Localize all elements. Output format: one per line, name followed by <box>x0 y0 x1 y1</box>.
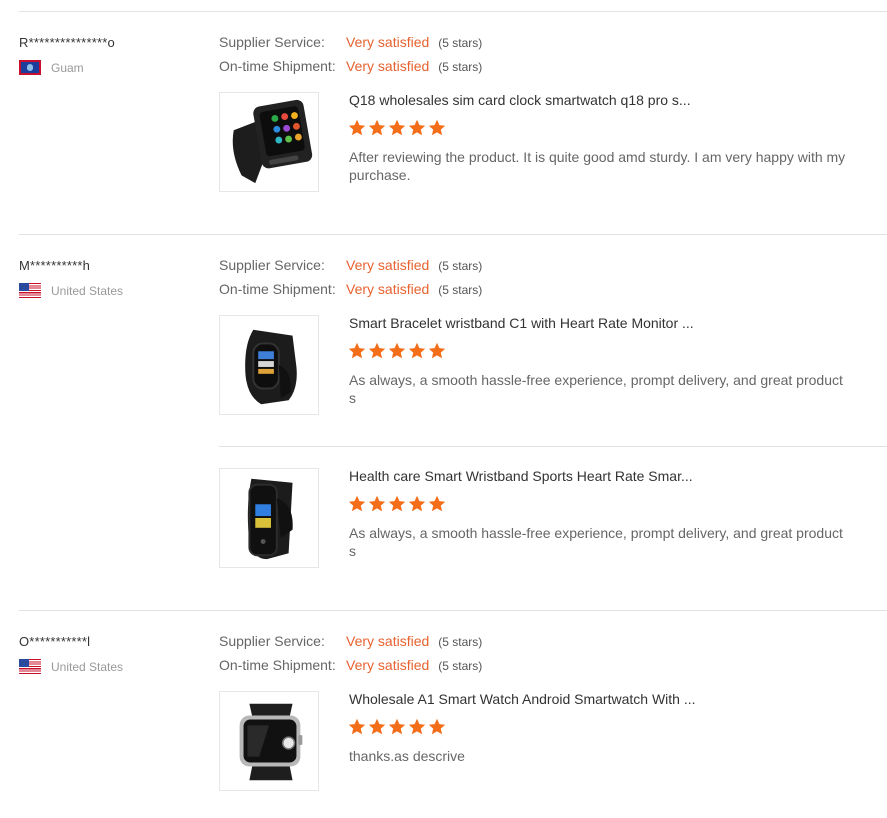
us-flag-icon <box>19 659 41 674</box>
product-thumbnail[interactable] <box>219 92 319 192</box>
us-flag-icon <box>19 283 41 298</box>
supplier-service-value: Very satisfied <box>346 34 430 50</box>
buyer-name: O***********l <box>19 634 91 649</box>
guam-flag-icon <box>19 60 41 75</box>
ontime-shipment-row: On-time Shipment: Very satisfied (5 star… <box>219 281 482 297</box>
ontime-shipment-value: Very satisfied <box>346 657 430 673</box>
buyer-name: R***************o <box>19 35 115 50</box>
buyer-country: United States <box>19 283 123 298</box>
product-title[interactable]: Smart Bracelet wristband C1 with Heart R… <box>349 315 694 331</box>
rating-stars <box>348 495 446 513</box>
country-name: United States <box>51 283 124 298</box>
ontime-shipment-stars: (5 stars) <box>438 659 483 673</box>
supplier-service-label: Supplier Service: <box>219 34 325 50</box>
square-smartwatch-image <box>232 99 313 184</box>
supplier-service-value: Very satisfied <box>346 633 430 649</box>
supplier-service-label: Supplier Service: <box>219 257 325 273</box>
ontime-shipment-label: On-time Shipment: <box>219 58 336 74</box>
star-icon <box>408 718 426 736</box>
star-icon <box>368 119 386 137</box>
ontime-shipment-label: On-time Shipment: <box>219 281 336 297</box>
product-title[interactable]: Q18 wholesales sim card clock smartwatch… <box>349 92 691 108</box>
supplier-service-row: Supplier Service: Very satisfied (5 star… <box>219 633 482 649</box>
ontime-shipment-stars: (5 stars) <box>438 283 483 297</box>
rating-stars <box>348 342 446 360</box>
star-icon <box>348 718 366 736</box>
star-icon <box>428 495 446 513</box>
rating-stars <box>348 119 446 137</box>
star-icon <box>388 718 406 736</box>
top-divider <box>19 11 887 12</box>
fitness-band-image <box>245 329 297 405</box>
ontime-shipment-value: Very satisfied <box>346 58 430 74</box>
review-text: As always, a smooth hassle-free experien… <box>349 525 843 559</box>
review-text: After reviewing the product. It is quite… <box>349 149 846 183</box>
supplier-service-row: Supplier Service: Very satisfied (5 star… <box>219 34 482 50</box>
star-icon <box>408 495 426 513</box>
star-icon <box>388 342 406 360</box>
product-title[interactable]: Health care Smart Wristband Sports Heart… <box>349 468 693 484</box>
ontime-shipment-row: On-time Shipment: Very satisfied (5 star… <box>219 58 482 74</box>
country-name: United States <box>51 659 124 674</box>
star-icon <box>348 119 366 137</box>
ontime-shipment-label: On-time Shipment: <box>219 657 336 673</box>
item-divider <box>219 446 887 447</box>
ontime-shipment-row: On-time Shipment: Very satisfied (5 star… <box>219 657 482 673</box>
product-thumbnail[interactable] <box>219 315 319 415</box>
product-title[interactable]: Wholesale A1 Smart Watch Android Smartwa… <box>349 691 696 707</box>
star-icon <box>408 119 426 137</box>
supplier-service-row: Supplier Service: Very satisfied (5 star… <box>219 257 482 273</box>
star-icon <box>348 342 366 360</box>
product-thumbnail[interactable] <box>219 691 319 791</box>
star-icon <box>368 495 386 513</box>
ontime-shipment-value: Very satisfied <box>346 281 430 297</box>
review-text: thanks.as descrive <box>349 748 465 764</box>
star-icon <box>388 495 406 513</box>
supplier-service-stars: (5 stars) <box>438 635 483 649</box>
buyer-country: Guam <box>19 60 84 75</box>
rating-stars <box>348 718 446 736</box>
review-divider <box>19 610 887 611</box>
buyer-country: United States <box>19 659 123 674</box>
star-icon <box>408 342 426 360</box>
supplier-service-value: Very satisfied <box>346 257 430 273</box>
fitness-band-image <box>247 478 293 560</box>
supplier-service-stars: (5 stars) <box>438 259 483 273</box>
star-icon <box>368 718 386 736</box>
country-name: Guam <box>51 60 84 75</box>
buyer-name: M**********h <box>19 258 91 273</box>
star-icon <box>428 342 446 360</box>
supplier-service-stars: (5 stars) <box>438 36 483 50</box>
star-icon <box>388 119 406 137</box>
supplier-service-label: Supplier Service: <box>219 633 325 649</box>
ontime-shipment-stars: (5 stars) <box>438 60 483 74</box>
review-text: As always, a smooth hassle-free experien… <box>349 372 843 406</box>
star-icon <box>348 495 366 513</box>
star-icon <box>428 119 446 137</box>
review-divider <box>19 234 887 235</box>
product-thumbnail[interactable] <box>219 468 319 568</box>
star-icon <box>428 718 446 736</box>
a1-smartwatch-image <box>239 703 303 781</box>
star-icon <box>368 342 386 360</box>
